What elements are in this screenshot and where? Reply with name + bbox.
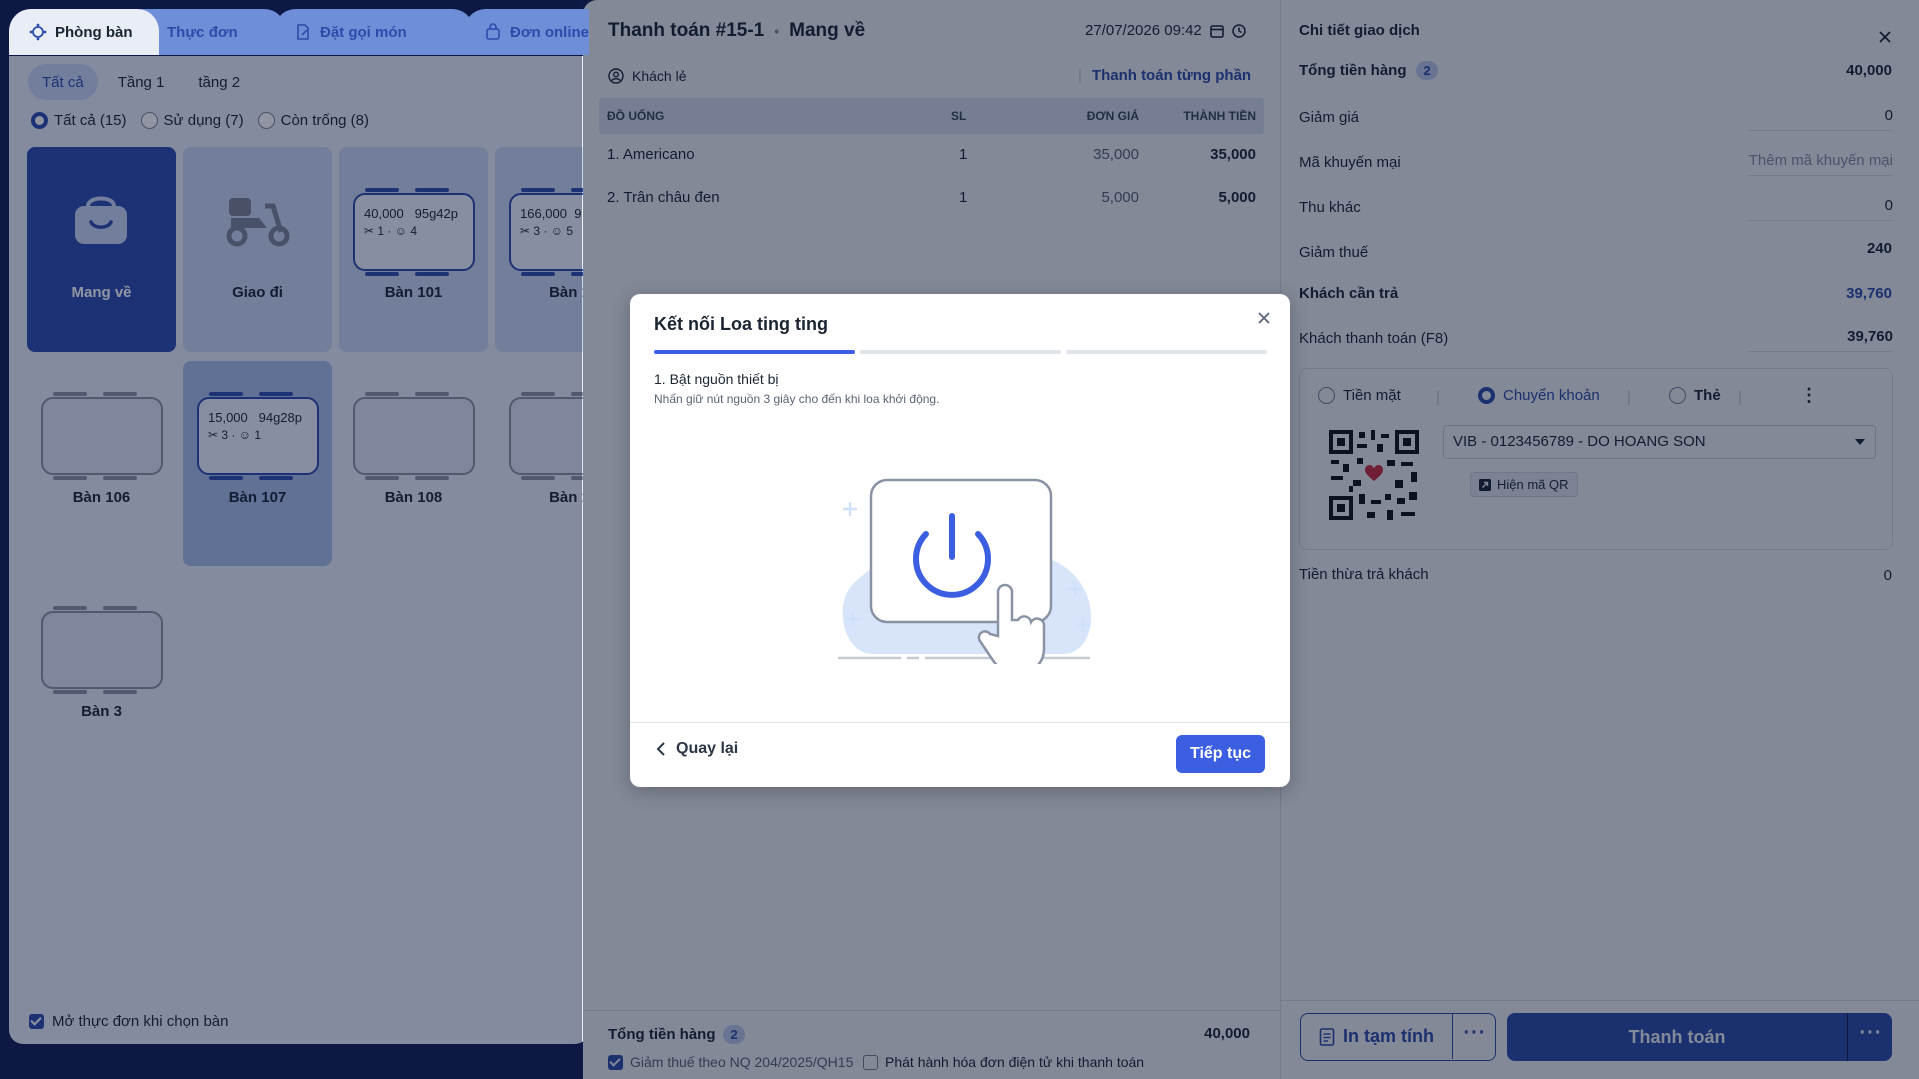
- tab-online[interactable]: Đơn online: [464, 9, 589, 55]
- progress-step-3: [1066, 350, 1267, 354]
- tab-order[interactable]: Đặt gọi món: [274, 9, 474, 55]
- left-dim-overlay: [0, 0, 582, 1079]
- dialog-title: Kết nối Loa ting ting: [654, 314, 828, 334]
- back-button[interactable]: Quay lại: [656, 740, 738, 758]
- tab-floor-plan[interactable]: Phòng bàn: [9, 9, 159, 55]
- floor-plan-icon: [29, 23, 47, 41]
- order-icon: [297, 24, 309, 40]
- speaker-connect-dialog: Kết nối Loa ting ting 1. Bật nguồn thiết…: [630, 294, 1290, 787]
- power-button-illustration: [838, 478, 1092, 664]
- step-description: Nhấn giữ nút nguồn 3 giây cho đến khi lo…: [654, 392, 940, 406]
- chevron-left-icon: [656, 742, 665, 756]
- top-tabs: Thực đơn Đặt gọi món Đơn online Phòng bà…: [9, 0, 589, 56]
- progress-step-2: [860, 350, 1061, 354]
- step-title: 1. Bật nguồn thiết bị: [654, 371, 779, 387]
- close-icon[interactable]: [1257, 311, 1271, 325]
- bag-icon: [486, 23, 500, 40]
- progress-step-1: [654, 350, 855, 354]
- continue-button[interactable]: Tiếp tục: [1176, 735, 1265, 773]
